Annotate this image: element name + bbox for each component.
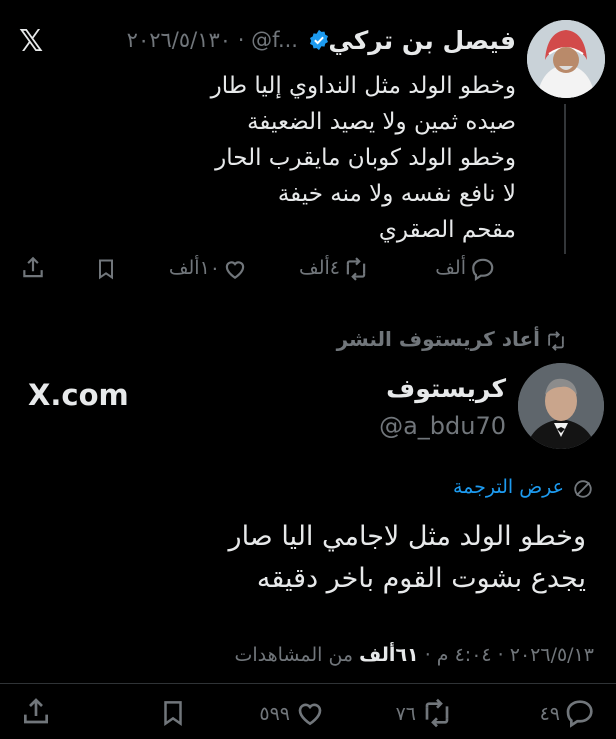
author-name[interactable]: كريستوف [386,374,506,403]
tweet-time[interactable]: ٤:٠٤ م [437,644,492,666]
bookmark-icon[interactable] [158,697,188,729]
reply-icon[interactable] [470,256,496,282]
handle-and-date: ٢٠٢٦/٥/١٣٠ · @f... [126,28,298,52]
tweet-line: لا نافع نفسه ولا منه خيفة [277,181,516,207]
avatar-faisal[interactable] [527,20,605,98]
divider [0,683,616,684]
like-icon[interactable] [294,697,326,729]
like-count: ١٠ألف [168,257,220,279]
share-icon[interactable] [20,254,46,282]
retweet-icon[interactable] [420,697,454,729]
share-icon[interactable] [20,695,52,729]
bookmark-icon[interactable] [94,256,118,282]
retweet-count: ٤ألف [299,257,340,279]
tweet-line: يجدع بشوت القوم باخر دقيقه [256,563,586,594]
reply-icon[interactable] [564,697,596,729]
translate-icon[interactable] [572,478,594,500]
reply-count: ٤٩ [539,703,560,725]
x-logo-icon[interactable]: 𝕏 [19,24,43,59]
avatar-christoph[interactable] [518,363,604,449]
tweet-date: ٢٠٢٦/٥/١٣٠ [126,28,232,52]
retweet-count: ٧٦ [395,703,416,725]
tweet-line: وخطو الولد مثل النداوي إليا طار [210,73,516,99]
retweet-icon[interactable] [342,256,370,282]
reply-count: ألف [435,257,466,279]
like-icon[interactable] [222,256,248,282]
verified-badge-icon [308,29,330,51]
author-handle[interactable]: @a_bdu70 [379,412,506,440]
retweet-note[interactable]: أعاد كريستوف النشر [337,327,540,351]
views-count: ٦١ألف [359,644,419,666]
tweet-line: وخطو الولد كوبان مايقرب الحار [215,145,516,171]
author-handle[interactable]: @f... [251,28,298,52]
x-com-watermark: X.com [28,378,129,412]
author-name[interactable]: فيصل بن تركي [328,26,516,55]
views-label: من المشاهدات [234,644,354,666]
tweet-meta: ٢٠٢٦/٥/١٣ · ٤:٠٤ م · ٦١ألف من المشاهدات [234,644,594,666]
tweet-body: وخطو الولد مثل النداوي إليا طار صيده ثمي… [36,68,516,248]
retweet-small-icon [544,330,568,352]
tweet-line: صيده ثمين ولا يصيد الضعيفة [247,109,516,135]
tweet-line: وخطو الولد مثل لاجامي اليا صار [228,521,586,552]
thread-line [564,104,566,254]
tweet-line: مقحم الصقري [378,217,516,243]
translate-link[interactable]: عرض الترجمة [453,476,564,498]
tweet-date[interactable]: ٢٠٢٦/٥/١٣ [510,644,594,666]
like-count: ٥٩٩ [259,703,290,725]
tweet-body: وخطو الولد مثل لاجامي اليا صار يجدع بشوت… [46,516,586,600]
